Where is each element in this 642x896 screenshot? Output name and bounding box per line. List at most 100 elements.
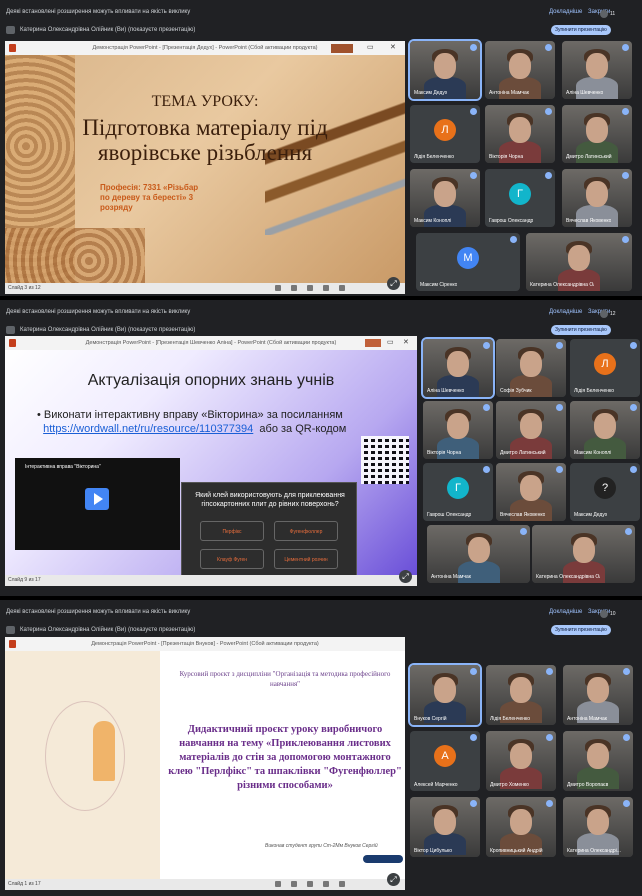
participant-name: Алексей Марченко xyxy=(414,782,458,788)
participant-tile[interactable]: Л Лідія Беленченко xyxy=(410,105,480,163)
embedded-video[interactable]: Інтерактивна вправа "Вікторина" xyxy=(15,458,180,550)
participant-tile[interactable]: Внуков Сергій xyxy=(408,663,482,727)
presenter-figure-icon xyxy=(93,721,115,781)
participant-tile[interactable]: Антоніна Мамчак xyxy=(563,665,633,725)
prev-slide-icon[interactable] xyxy=(275,285,281,291)
prev-slide-icon[interactable] xyxy=(275,881,281,887)
participant-name: Антоніна Мамчак xyxy=(489,90,529,96)
grid-icon[interactable] xyxy=(323,285,329,291)
participant-tile[interactable]: Г Гаврош Олександр xyxy=(485,169,555,227)
participant-tile[interactable]: Катерина Олександрівна Олійник xyxy=(526,233,632,291)
participant-name: Аліна Шевченко xyxy=(566,90,604,96)
participants-badge[interactable]: 10 xyxy=(600,609,616,619)
ppt-statusbar: Слайд 3 из 12 xyxy=(5,283,405,294)
participant-name: Лідія Беленченко xyxy=(490,716,531,722)
details-button[interactable]: Докладніше xyxy=(549,305,582,319)
details-button[interactable]: Докладніше xyxy=(549,605,582,619)
carving-decoration xyxy=(5,228,145,283)
avatar: Л xyxy=(434,119,456,141)
ppt-minimize-button[interactable] xyxy=(365,339,381,347)
next-slide-icon[interactable] xyxy=(307,881,313,887)
expand-icon[interactable]: ⤢ xyxy=(399,570,412,583)
ppt-maximize-button[interactable]: ▭ xyxy=(367,41,374,55)
quiz-option[interactable]: Цементний розчин xyxy=(274,549,338,569)
participant-tile[interactable]: А Алексей Марченко xyxy=(410,731,480,791)
participant-tile[interactable]: Вікторія Чорна xyxy=(423,401,493,459)
ppt-minimize-button[interactable] xyxy=(331,44,353,53)
quiz-option[interactable]: Фугенфюллер xyxy=(274,521,338,541)
slide-icon[interactable] xyxy=(291,881,297,887)
details-button[interactable]: Докладніше xyxy=(549,5,582,19)
participant-name: Софія Зубчик xyxy=(500,388,532,394)
participant-name: Максим Коноплі xyxy=(574,450,612,456)
avatar: Г xyxy=(509,183,531,205)
participant-tile[interactable]: Катерина Олександрівна Олійник xyxy=(532,525,635,583)
participant-tile[interactable]: Аліна Шевченко xyxy=(421,337,495,399)
participant-tile[interactable]: Аліна Шевченко xyxy=(562,41,632,99)
mic-indicator-icon xyxy=(470,800,477,807)
ppt-close-button[interactable]: ✕ xyxy=(390,41,396,55)
quiz-option[interactable]: Перфікс xyxy=(200,521,264,541)
participant-tile[interactable]: Дмитро Латинський xyxy=(496,401,566,459)
meet-panel-3: Деякі встановлені розширення можуть впли… xyxy=(0,600,642,896)
mic-indicator-icon xyxy=(470,44,477,51)
extension-banner: Деякі встановлені розширення можуть впли… xyxy=(0,605,642,619)
participant-tile[interactable]: М Максим Сіренко xyxy=(416,233,520,291)
participants-badge[interactable]: 12 xyxy=(600,309,616,319)
participant-tile[interactable]: Г Гаврош Олександр xyxy=(423,463,493,521)
participant-name: Вікторія Чорна xyxy=(427,450,462,456)
menu-icon[interactable] xyxy=(339,285,345,291)
participant-tile[interactable]: Віктор Цибулько xyxy=(410,797,480,857)
mic-indicator-icon xyxy=(623,800,630,807)
participant-tile[interactable]: Вячеслав Яковенко xyxy=(562,169,632,227)
ppt-maximize-button[interactable]: ▭ xyxy=(387,336,394,350)
quiz-card: Який клей використовують для приклеюванн… xyxy=(181,482,357,575)
stop-presenting-button[interactable]: Зупинити презентацію xyxy=(551,625,611,635)
participant-tile[interactable]: Кропивницький Андрій xyxy=(486,797,556,857)
participant-name: Гаврош Олександр xyxy=(489,218,534,224)
participant-name: Антоніна Мамчак xyxy=(567,716,607,722)
meet-panel-1: Деякі встановлені розширення можуть впли… xyxy=(0,0,642,296)
quiz-option[interactable]: Клауф Фуген xyxy=(200,549,264,569)
participant-tile[interactable]: Дмитро Латинський xyxy=(562,105,632,163)
slide-badge xyxy=(363,855,403,863)
stop-presenting-button[interactable]: Зупинити презентацію xyxy=(551,325,611,335)
participant-name: Внуков Сергій xyxy=(414,716,447,722)
stop-presenting-button[interactable]: Зупинити презентацію xyxy=(551,25,611,35)
slide-canvas: Актуалізація опорних знань учнів • Викон… xyxy=(5,350,417,575)
participant-tile[interactable]: Антоніна Мамчак xyxy=(427,525,530,583)
participants-badge[interactable]: 11 xyxy=(600,9,615,19)
participant-tile[interactable]: Антоніна Мамчак xyxy=(485,41,555,99)
participant-tile[interactable]: Вячеслав Яковенко xyxy=(496,463,566,521)
slide-icon[interactable] xyxy=(291,285,297,291)
participant-tile[interactable]: Дмитро Воропаєв xyxy=(563,731,633,791)
mic-indicator-icon xyxy=(470,172,477,179)
mic-indicator-icon xyxy=(622,44,629,51)
menu-icon[interactable] xyxy=(339,881,345,887)
grid-icon[interactable] xyxy=(323,881,329,887)
participant-tile[interactable]: Катерина Олександрі... xyxy=(563,797,633,857)
mic-indicator-icon xyxy=(546,800,553,807)
participant-tile[interactable]: Л Лідія Беленченко xyxy=(570,339,640,397)
next-slide-icon[interactable] xyxy=(307,285,313,291)
mic-indicator-icon xyxy=(630,342,637,349)
participant-tile[interactable]: Максим Коноплі xyxy=(570,401,640,459)
participant-tile[interactable]: Максим Дедух xyxy=(408,39,482,101)
participant-name: Вікторія Чорна xyxy=(489,154,524,160)
people-icon xyxy=(600,9,608,18)
expand-icon[interactable]: ⤢ xyxy=(387,277,400,290)
participant-tile[interactable]: Софія Зубчик xyxy=(496,339,566,397)
participant-tile[interactable]: Лідія Беленченко xyxy=(486,665,556,725)
play-icon[interactable] xyxy=(85,488,109,510)
participant-tile[interactable]: Дмитро Хоменко xyxy=(486,731,556,791)
illustration-panel xyxy=(5,651,160,879)
participant-tile[interactable]: Вікторія Чорна xyxy=(485,105,555,163)
slide-canvas: ТЕМА УРОКУ: Підготовка матеріалу під яво… xyxy=(5,55,405,283)
expand-icon[interactable]: ⤢ xyxy=(387,873,400,886)
participant-tile[interactable]: Максим Коноплі xyxy=(410,169,480,227)
present-icon xyxy=(6,626,15,634)
participant-tile[interactable]: ? Максим Дедух xyxy=(570,463,640,521)
ppt-close-button[interactable]: ✕ xyxy=(403,336,409,350)
wordwall-link[interactable]: https://wordwall.net/ru/resource/1103773… xyxy=(43,423,253,435)
participant-name: Лідія Беленченко xyxy=(414,154,455,160)
